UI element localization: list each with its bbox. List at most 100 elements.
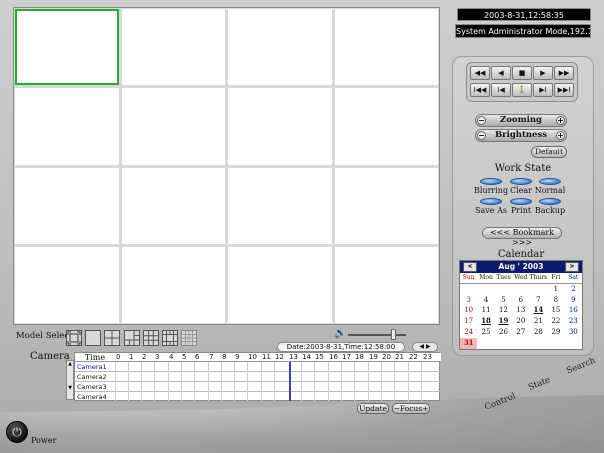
- calendar-day[interactable]: [460, 284, 477, 295]
- calendar-day[interactable]: [495, 284, 512, 295]
- zoom-plus-icon[interactable]: +: [556, 116, 565, 125]
- camera-name[interactable]: Camera3: [77, 382, 115, 392]
- brightness-minus-icon[interactable]: −: [477, 131, 486, 140]
- go-start-button[interactable]: I◀◀: [470, 83, 490, 97]
- calendar-day[interactable]: [512, 284, 529, 295]
- video-cell-1[interactable]: [15, 9, 119, 86]
- calendar-day[interactable]: [477, 284, 494, 295]
- timeline-row[interactable]: Camera1: [75, 362, 441, 372]
- calendar-day[interactable]: 22: [547, 316, 564, 327]
- calendar-day[interactable]: 12: [495, 305, 512, 316]
- layout-1-icon[interactable]: [85, 330, 101, 346]
- calendar-day[interactable]: 28: [530, 327, 548, 338]
- timeline-row[interactable]: Camera4: [75, 392, 441, 402]
- stop-button[interactable]: ■: [512, 66, 532, 80]
- tab-state[interactable]: State: [527, 375, 552, 393]
- prev-frame-button[interactable]: I◀: [491, 83, 511, 97]
- camera-name[interactable]: Camera4: [77, 392, 115, 402]
- calendar-day[interactable]: 13: [512, 305, 529, 316]
- fast-rewind-button[interactable]: ◀◀: [470, 66, 490, 80]
- layout-4-icon[interactable]: [104, 330, 120, 346]
- video-cell-12[interactable]: [334, 167, 438, 244]
- timeline-cursor[interactable]: [289, 362, 291, 401]
- tab-search[interactable]: Search: [565, 356, 597, 377]
- bookmark-button[interactable]: <<< Bookmark >>>: [482, 227, 562, 247]
- video-cell-5[interactable]: [15, 88, 119, 165]
- video-cell-15[interactable]: [228, 246, 332, 323]
- calendar-day[interactable]: 10: [460, 305, 477, 316]
- timeline-row[interactable]: Camera2: [75, 372, 441, 382]
- calendar-day[interactable]: 5: [495, 295, 512, 306]
- calendar-day-selected[interactable]: 31: [460, 337, 478, 349]
- backup-button[interactable]: Backup: [533, 198, 567, 215]
- go-end-button[interactable]: ▶▶I: [554, 83, 574, 97]
- calendar-day[interactable]: 25: [477, 327, 494, 338]
- calendar-day[interactable]: 23: [565, 316, 582, 327]
- calendar-day[interactable]: 9: [565, 295, 582, 306]
- layout-9-icon[interactable]: [143, 330, 159, 346]
- update-button[interactable]: Update: [357, 403, 389, 414]
- video-cell-14[interactable]: [121, 246, 225, 323]
- calendar-next-button[interactable]: >: [565, 262, 579, 272]
- zoom-minus-icon[interactable]: −: [477, 116, 486, 125]
- camera-name[interactable]: Camera1: [77, 362, 115, 372]
- volume-slider-handle[interactable]: [391, 329, 396, 340]
- calendar-day[interactable]: 30: [565, 327, 582, 338]
- calendar-day[interactable]: [530, 284, 548, 295]
- calendar-day[interactable]: 6: [512, 295, 529, 306]
- brightness-control[interactable]: − Brightness +: [475, 129, 567, 142]
- calendar-day[interactable]: 17: [460, 316, 477, 327]
- fast-forward-button[interactable]: ▶▶: [554, 66, 574, 80]
- video-cell-4[interactable]: [334, 9, 438, 86]
- layout-13-icon[interactable]: [162, 330, 178, 346]
- video-cell-6[interactable]: [121, 88, 225, 165]
- calendar-day[interactable]: 26: [495, 327, 512, 338]
- rewind-button[interactable]: ◀: [491, 66, 511, 80]
- calendar-day[interactable]: 21: [530, 316, 548, 327]
- focus-control[interactable]: −Focus+: [392, 403, 430, 414]
- next-frame-button[interactable]: ▶I: [533, 83, 553, 97]
- timeline-row[interactable]: Camera3: [75, 382, 441, 392]
- power-icon[interactable]: ⏻: [6, 421, 28, 443]
- volume-slider[interactable]: [348, 334, 406, 336]
- calendar-day[interactable]: 29: [547, 327, 564, 338]
- date-nav-buttons[interactable]: ◀ ▶: [412, 342, 438, 352]
- step-icon[interactable]: 🚶: [512, 83, 532, 97]
- zooming-control[interactable]: − Zooming +: [475, 114, 567, 127]
- calendar-day[interactable]: 18: [477, 316, 494, 327]
- video-cell-3[interactable]: [228, 9, 332, 86]
- calendar-day[interactable]: 1: [547, 284, 564, 295]
- calendar-day[interactable]: 11: [477, 305, 494, 316]
- calendar-day[interactable]: 16: [565, 305, 582, 316]
- play-button[interactable]: ▶: [533, 66, 553, 80]
- video-cell-2[interactable]: [121, 9, 225, 86]
- save-as-button[interactable]: Save As: [474, 198, 508, 215]
- calendar-day[interactable]: 8: [547, 295, 564, 306]
- calendar-day[interactable]: 19: [495, 316, 512, 327]
- calendar-day[interactable]: 14: [530, 305, 548, 316]
- normal-button[interactable]: Normal: [533, 178, 567, 195]
- video-cell-9[interactable]: [15, 167, 119, 244]
- timeline-scrollbar[interactable]: ▲ ▼: [66, 360, 74, 400]
- layout-fullscreen-icon[interactable]: [66, 330, 82, 346]
- calendar-day[interactable]: 27: [512, 327, 529, 338]
- video-cell-16[interactable]: [334, 246, 438, 323]
- calendar-day[interactable]: 3: [460, 295, 477, 306]
- default-button[interactable]: Default: [531, 146, 567, 158]
- video-cell-13[interactable]: [15, 246, 119, 323]
- calendar-prev-button[interactable]: <: [463, 262, 477, 272]
- calendar-day[interactable]: 24: [460, 327, 477, 338]
- calendar-day[interactable]: 2: [565, 284, 582, 295]
- video-cell-10[interactable]: [121, 167, 225, 244]
- brightness-plus-icon[interactable]: +: [556, 131, 565, 140]
- camera-name[interactable]: Camera2: [77, 372, 115, 382]
- speaker-icon[interactable]: 🔈: [334, 328, 346, 339]
- video-cell-7[interactable]: [228, 88, 332, 165]
- calendar-day[interactable]: 15: [547, 305, 564, 316]
- video-cell-8[interactable]: [334, 88, 438, 165]
- blurring-button[interactable]: Blurring: [474, 178, 508, 195]
- video-cell-11[interactable]: [228, 167, 332, 244]
- calendar-day[interactable]: 20: [512, 316, 529, 327]
- calendar-day[interactable]: 7: [530, 295, 548, 306]
- calendar-day[interactable]: 4: [477, 295, 494, 306]
